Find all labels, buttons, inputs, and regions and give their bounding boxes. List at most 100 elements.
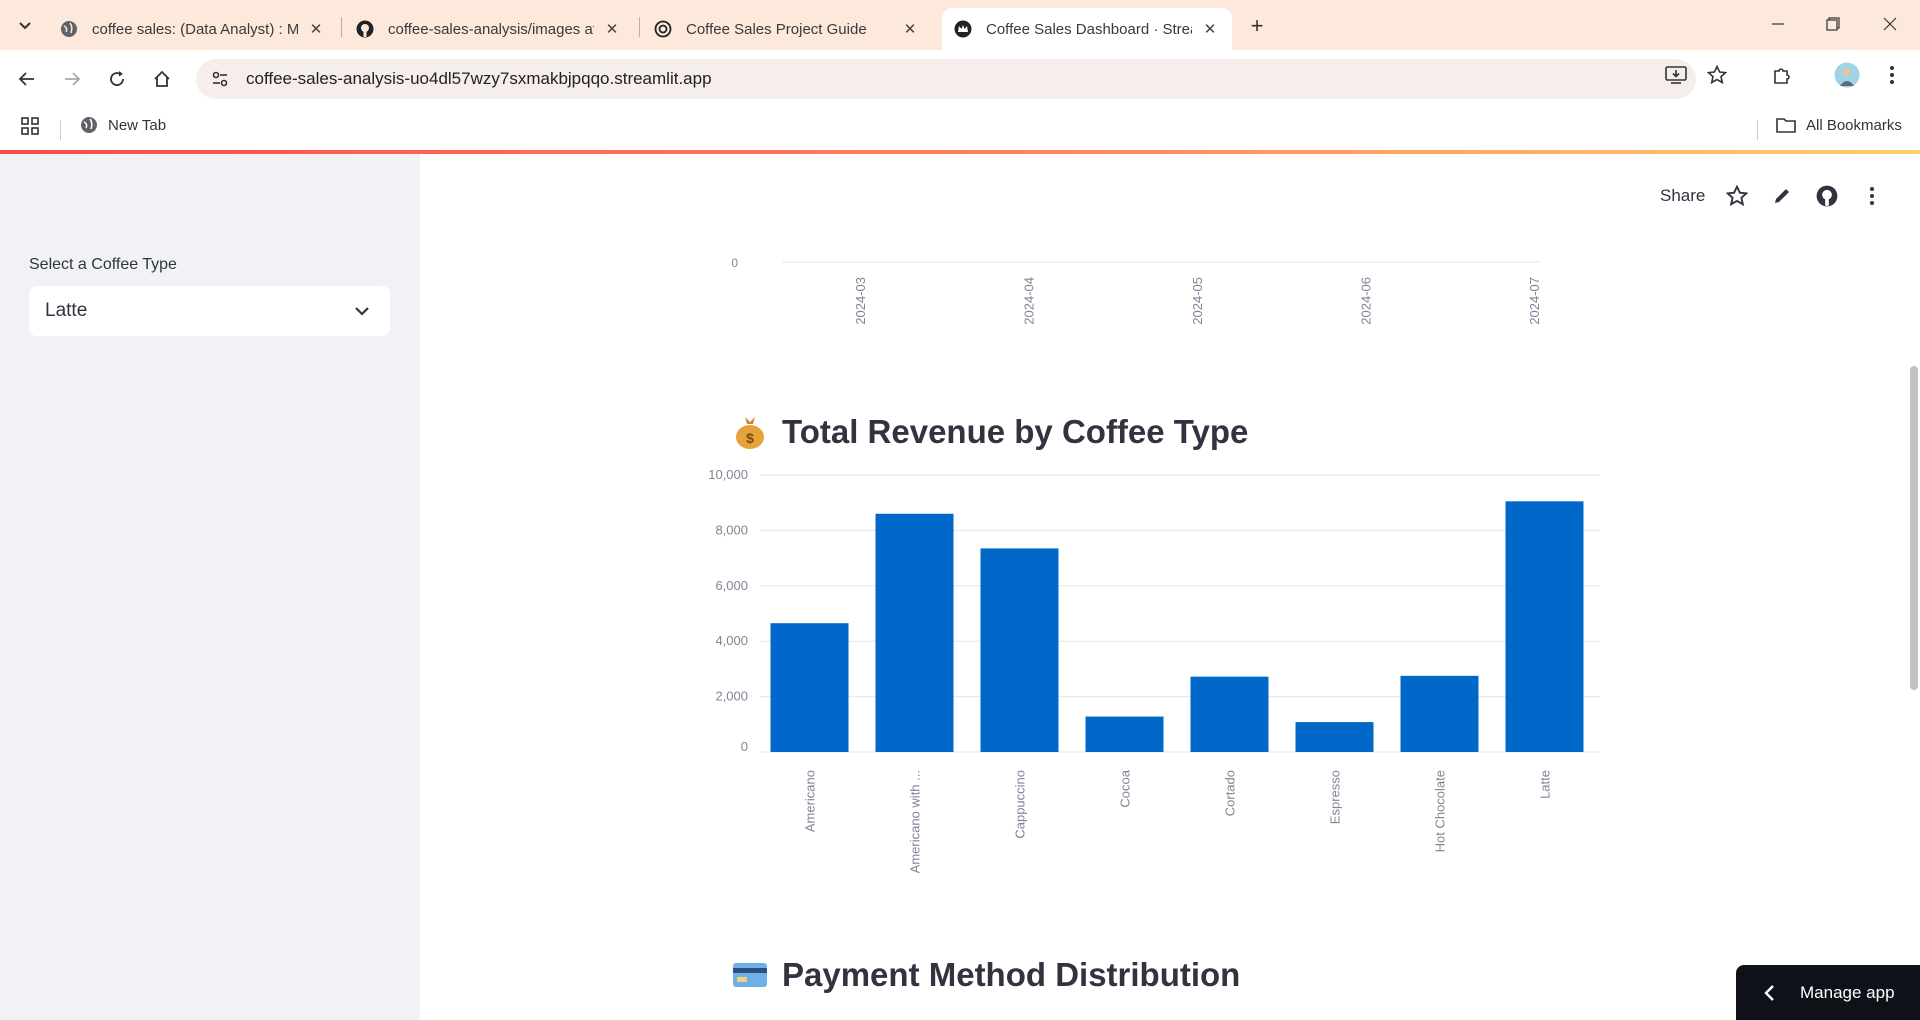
url-text: coffee-sales-analysis-uo4dl57wzy7sxmakbj…	[246, 69, 712, 88]
manage-app-button[interactable]: Manage app	[1736, 965, 1920, 1020]
more-vertical-icon[interactable]	[1859, 183, 1885, 209]
tab-title: coffee-sales-analysis/images at	[388, 20, 594, 38]
reload-icon[interactable]	[101, 63, 133, 95]
tab-project-guide[interactable]: Coffee Sales Project Guide ✕	[642, 8, 932, 50]
revenue-x-tick-label: Cocoa	[1118, 769, 1133, 807]
browser-toolbar: coffee-sales-analysis-uo4dl57wzy7sxmakbj…	[0, 50, 1920, 108]
coffee-type-select-label: Select a Coffee Type	[29, 256, 177, 273]
tab-github-images[interactable]: coffee-sales-analysis/images at ✕	[344, 8, 634, 50]
site-info-icon[interactable]	[208, 67, 232, 91]
install-app-icon[interactable]	[1660, 59, 1692, 91]
close-tab-icon[interactable]: ✕	[306, 19, 326, 39]
scrollbar-thumb[interactable]	[1910, 366, 1918, 690]
bookmarks-bar: New Tab All Bookmarks	[0, 108, 1920, 150]
revenue-x-tick-label: Cappuccino	[1013, 770, 1028, 839]
revenue-y-tick-label: 4,000	[715, 633, 748, 648]
page-scrollbar[interactable]	[1908, 154, 1920, 1020]
revenue-y-tick-label: 0	[741, 739, 748, 754]
payment-section-heading: Payment Method Distribution	[732, 956, 1240, 994]
browser-menu-icon[interactable]	[1876, 59, 1908, 91]
globe-icon	[80, 116, 98, 134]
address-bar[interactable]: coffee-sales-analysis-uo4dl57wzy7sxmakbj…	[196, 59, 1696, 99]
tab-separator	[341, 17, 342, 37]
close-tab-icon[interactable]: ✕	[602, 19, 622, 39]
new-tab-plus-icon[interactable]: +	[1243, 12, 1271, 40]
star-icon[interactable]	[1724, 183, 1750, 209]
github-icon	[356, 20, 374, 38]
monthly-chart-axis: 0 2024-03 2024-04 2024-05 2024-06 2024-07	[731, 256, 1540, 325]
revenue-x-tick-label: Americano	[803, 770, 818, 832]
revenue-y-tick-label: 8,000	[715, 522, 748, 537]
close-window-icon[interactable]	[1870, 8, 1910, 40]
globe-icon	[60, 20, 78, 38]
close-tab-icon[interactable]: ✕	[1200, 19, 1220, 39]
edit-pencil-icon[interactable]	[1769, 183, 1795, 209]
restore-icon[interactable]	[1813, 8, 1853, 40]
monthly-x-tick-label: 2024-07	[1527, 277, 1540, 325]
tab-title: Coffee Sales Dashboard · Strean	[986, 20, 1192, 38]
revenue-bar[interactable]	[980, 548, 1059, 752]
revenue-section-heading: $ Total Revenue by Coffee Type	[732, 413, 1248, 451]
monthly-y-tick-zero: 0	[731, 256, 738, 270]
revenue-x-tick-label: Espresso	[1328, 770, 1343, 824]
chevron-left-icon	[1764, 984, 1774, 1001]
revenue-bar[interactable]	[1505, 501, 1584, 752]
monthly-x-tick-label: 2024-04	[1022, 277, 1037, 325]
revenue-bar[interactable]	[1400, 675, 1479, 752]
revenue-bar[interactable]	[1190, 676, 1269, 752]
main-content: Share 0 2024-03 2024-04 2024-05 2024-06 2024…	[420, 154, 1920, 1020]
monthly-x-tick-label: 2024-06	[1359, 277, 1374, 325]
bookmark-divider	[1757, 120, 1758, 140]
bookmark-label: All Bookmarks	[1806, 116, 1902, 134]
all-bookmarks[interactable]: All Bookmarks	[1776, 116, 1902, 134]
apps-grid-icon[interactable]	[20, 116, 40, 136]
tab-title: Coffee Sales Project Guide	[686, 20, 867, 38]
credit-card-icon	[732, 957, 768, 993]
bookmark-star-icon[interactable]	[1701, 59, 1733, 91]
github-icon[interactable]	[1814, 183, 1840, 209]
money-bag-icon: $	[732, 414, 768, 450]
sidebar: Select a Coffee Type Latte	[0, 154, 420, 1020]
revenue-bar[interactable]	[875, 513, 954, 752]
revenue-bar-chart: 0 2,000 4,000 6,000 8,000 10,000 Americano Ame…	[708, 469, 1600, 873]
tab-coffee-dashboard[interactable]: Coffee Sales Dashboard · Strean ✕	[942, 8, 1232, 50]
bookmark-label: New Tab	[108, 116, 167, 134]
monthly-x-tick-label: 2024-03	[853, 277, 868, 325]
close-tab-icon[interactable]: ✕	[900, 19, 920, 39]
revenue-bar[interactable]	[1085, 716, 1164, 752]
revenue-y-tick-label: 10,000	[708, 469, 748, 482]
tab-search-chevron-icon[interactable]	[12, 12, 38, 38]
chevron-down-icon	[355, 307, 369, 316]
home-icon[interactable]	[146, 63, 178, 95]
revenue-bar[interactable]	[770, 623, 849, 752]
bookmark-new-tab[interactable]: New Tab	[80, 116, 166, 134]
coffee-type-select-value: Latte	[45, 300, 88, 321]
forward-arrow-icon[interactable]	[56, 63, 88, 95]
extensions-puzzle-icon[interactable]	[1766, 59, 1798, 91]
revenue-x-tick-label: Cortado	[1223, 770, 1238, 816]
tab-separator	[639, 17, 640, 37]
tab-title: coffee sales: (Data Analyst) : ML	[92, 20, 298, 38]
payment-section-title: Payment Method Distribution	[782, 956, 1241, 993]
manage-app-label: Manage app	[1800, 982, 1895, 1002]
share-button[interactable]: Share	[1660, 186, 1705, 206]
browser-tab-bar: coffee sales: (Data Analyst) : ML ✕ coff…	[0, 0, 1920, 50]
back-arrow-icon[interactable]	[11, 63, 43, 95]
minimize-icon[interactable]	[1758, 8, 1798, 40]
tab-coffee-sales-ml[interactable]: coffee sales: (Data Analyst) : ML ✕	[48, 8, 338, 50]
revenue-y-tick-label: 2,000	[715, 689, 748, 704]
monthly-x-tick-label: 2024-05	[1190, 277, 1205, 325]
svg-text:$: $	[746, 430, 754, 446]
revenue-bar[interactable]	[1295, 722, 1374, 752]
profile-avatar[interactable]	[1831, 59, 1863, 91]
openai-icon	[654, 20, 672, 38]
coffee-type-select[interactable]: Latte	[29, 286, 390, 336]
streamlit-crown-icon	[954, 20, 972, 38]
bookmark-divider	[60, 120, 61, 140]
revenue-section-title: Total Revenue by Coffee Type	[782, 413, 1249, 450]
revenue-x-tick-label: Latte	[1538, 770, 1553, 799]
revenue-y-tick-label: 6,000	[715, 578, 748, 593]
folder-icon	[1776, 116, 1796, 134]
revenue-x-tick-label: Hot Chocolate	[1433, 770, 1448, 852]
revenue-x-tick-label: Americano with ...	[908, 770, 923, 873]
